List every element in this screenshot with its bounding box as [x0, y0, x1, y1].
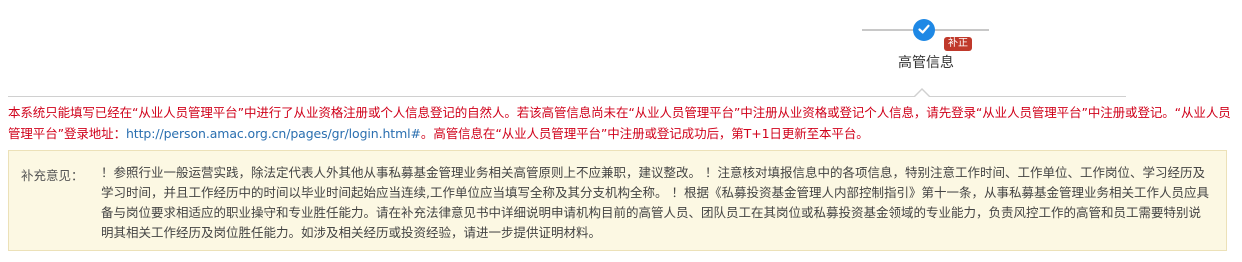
- correction-badge: 补正: [944, 37, 972, 51]
- divider: [8, 96, 1126, 97]
- login-link[interactable]: http://person.amac.org.cn/pages/gr/login…: [126, 126, 421, 141]
- check-icon: [917, 21, 931, 40]
- step-label[interactable]: 高管信息: [898, 52, 954, 72]
- supplement-opinion-box: 补充意见： ！参照行业一般运营实践，除法定代表人外其他从事私募基金管理业务相关高…: [8, 150, 1227, 251]
- supplement-label: 补充意见：: [21, 168, 84, 183]
- notice-text-after: 。高管信息在“从业人员管理平台”中注册或登记成功后，第T+1日更新至本平台。: [420, 126, 869, 141]
- page-root: 补正 高管信息 本系统只能填写已经在“从业人员管理平台”中进行了从业资格注册或个…: [0, 0, 1242, 262]
- step-circle[interactable]: [913, 19, 935, 41]
- registration-notice: 本系统只能填写已经在“从业人员管理平台”中进行了从业资格注册或个人信息登记的自然…: [8, 102, 1240, 144]
- divider-pointer-fill: [914, 90, 930, 98]
- step-indicator: 补正 高管信息: [862, 16, 990, 76]
- supplement-text: ！参照行业一般运营实践，除法定代表人外其他从事私募基金管理业务相关高管原则上不应…: [101, 165, 1209, 240]
